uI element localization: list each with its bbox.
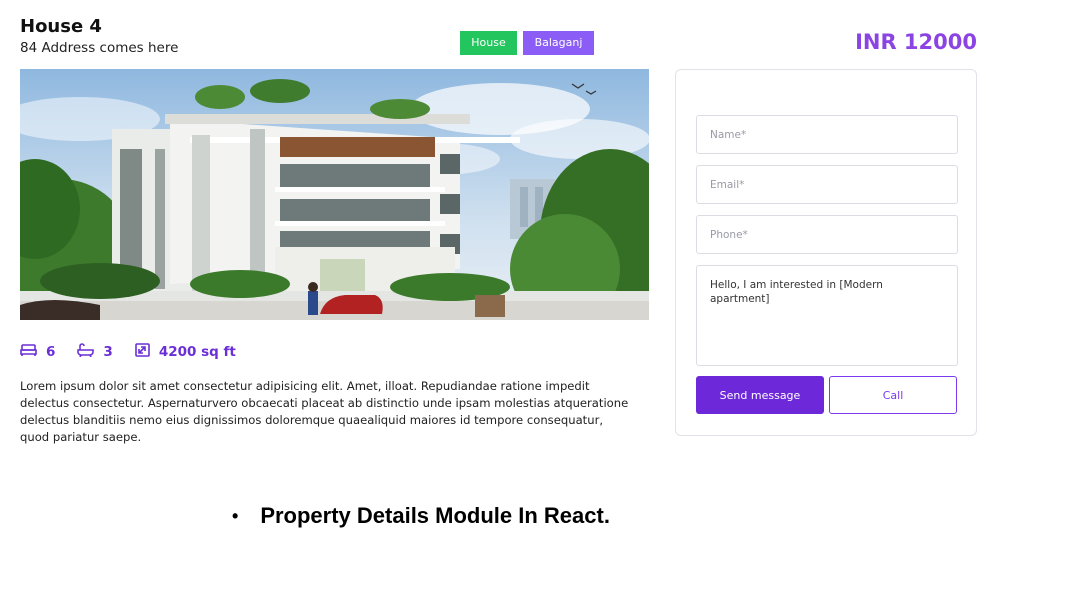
property-address: 84 Address comes here	[20, 40, 179, 56]
phone-input[interactable]	[696, 215, 958, 254]
tag-location[interactable]: Balaganj	[523, 31, 594, 55]
caption-text: Property Details Module In React.	[260, 503, 610, 528]
email-input[interactable]	[696, 165, 958, 204]
bed-icon	[20, 343, 46, 361]
name-input[interactable]	[696, 115, 958, 154]
slide-caption: • Property Details Module In React.	[232, 503, 610, 529]
message-textarea[interactable]: Hello, I am interested in [Modern apartm…	[696, 265, 958, 366]
property-description: Lorem ipsum dolor sit amet consectetur a…	[20, 379, 629, 444]
feature-bathrooms: 3	[77, 343, 113, 361]
send-message-button[interactable]: Send message	[696, 376, 824, 414]
bathrooms-count: 3	[103, 344, 113, 360]
area-value: 4200 sq ft	[158, 344, 236, 360]
feature-area: 4200 sq ft	[135, 343, 236, 361]
property-price: INR 12000	[855, 30, 977, 54]
area-icon	[135, 343, 159, 361]
call-button[interactable]: Call	[829, 376, 957, 414]
bullet-icon: •	[232, 505, 239, 526]
bedrooms-count: 6	[46, 344, 56, 360]
property-photo	[20, 69, 649, 320]
feature-bedrooms: 6	[20, 343, 55, 361]
property-title: House 4	[20, 16, 102, 37]
contact-form: Hello, I am interested in [Modern apartm…	[675, 69, 977, 436]
property-features: 6 3 4200 sq ft	[20, 343, 258, 361]
tag-house[interactable]: House	[460, 31, 517, 55]
bath-icon	[77, 343, 103, 361]
